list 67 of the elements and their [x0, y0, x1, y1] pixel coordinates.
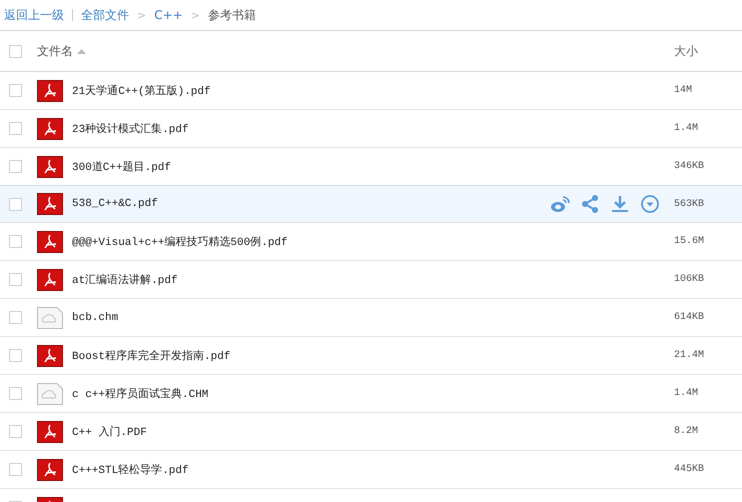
more-dropdown-icon[interactable] [640, 194, 660, 214]
highlighted-row[interactable]: 538_C++&C.pdf 563KB [0, 185, 742, 223]
file-name[interactable]: 21天学通C++(第五版).pdf [72, 86, 211, 98]
pdf-file-icon [37, 420, 63, 442]
file-name[interactable]: at汇编语法讲解.pdf [72, 275, 178, 287]
file-name[interactable]: @@@+Visual+c++编程技巧精选500例.pdf [72, 237, 288, 249]
column-header[interactable]: 文件名 [37, 42, 73, 60]
row-checkbox[interactable] [9, 160, 22, 173]
file-row[interactable]: at汇编语法讲解.pdf 106KB [0, 261, 742, 299]
file-size: 614KB [674, 312, 704, 323]
file-size: 21.4M [674, 350, 704, 361]
pdf-file-icon [37, 80, 63, 102]
column-header[interactable]: 大小 [674, 44, 698, 58]
file-size: 1.4M [674, 123, 698, 134]
file-name[interactable]: C+++STL轻松导学.pdf [72, 465, 189, 477]
row-checkbox[interactable] [9, 235, 22, 248]
file-size: 8.2M [674, 426, 698, 437]
file-name[interactable]: bcb.chm [72, 312, 118, 324]
select-all-checkbox[interactable] [9, 44, 22, 58]
pdf-file-icon [37, 156, 63, 178]
row-checkbox[interactable] [9, 273, 22, 286]
row-checkbox[interactable] [9, 198, 22, 210]
file-row[interactable]: bcb.chm 614KB [0, 299, 742, 337]
file-row[interactable]: 23种设计模式汇集.pdf 1.4M [0, 110, 742, 148]
row-checkbox[interactable] [9, 122, 22, 135]
pdf-file-icon [37, 268, 63, 290]
file-name[interactable]: 23种设计模式汇集.pdf [72, 124, 189, 136]
file-name[interactable]: 538_C++&C.pdf [72, 198, 158, 210]
file-row[interactable]: C+++STL轻松导学.pdf 445KB [0, 451, 742, 489]
file-size: 106KB [674, 274, 704, 285]
weibo-icon[interactable] [550, 194, 570, 214]
share-icon[interactable] [580, 194, 600, 214]
file-size: 1.4M [674, 388, 698, 399]
pdf-file-icon [37, 344, 63, 366]
file-name[interactable]: 300道C++题目.pdf [72, 162, 172, 174]
download-icon[interactable] [610, 194, 630, 214]
file-row[interactable]: @@@+Visual+c++编程技巧精选500例.pdf 15.6M [0, 223, 742, 261]
row-checkbox[interactable] [9, 463, 22, 476]
breadcrumb-item[interactable]: 全部文件 [81, 6, 129, 24]
file-row[interactable]: C++ 入门.PDF 8.2M [0, 413, 742, 451]
cloud-file-icon [37, 382, 63, 404]
file-row[interactable]: 21天学通C++(第五版).pdf 14M [0, 72, 742, 110]
file-size: 445KB [674, 464, 704, 475]
file-size: 563KB [674, 198, 704, 210]
file-size: 15.6M [674, 236, 704, 247]
row-checkbox[interactable] [9, 425, 22, 438]
file-row[interactable]: Boost程序库完全开发指南.pdf 21.4M [0, 337, 742, 375]
pdf-file-icon [37, 118, 63, 140]
breadcrumb-item[interactable]: C++ [154, 8, 183, 22]
file-name[interactable]: Boost程序库完全开发指南.pdf [72, 351, 230, 363]
back-link[interactable]: 返回上一级 [4, 6, 64, 24]
cloud-file-icon [37, 306, 63, 328]
breadcrumb-separator: > [190, 8, 200, 22]
row-checkbox[interactable] [9, 387, 22, 400]
row-checkbox[interactable] [9, 349, 22, 362]
row-checkbox[interactable] [9, 311, 22, 324]
breadcrumb-item: 参考书籍 [208, 6, 256, 24]
pdf-file-icon [37, 458, 63, 480]
file-row[interactable]: c c++程序员面试宝典.CHM 1.4M [0, 375, 742, 413]
breadcrumb-separator: > [137, 8, 146, 22]
file-name[interactable]: C++ 入门.PDF [72, 427, 147, 439]
row-checkbox[interactable] [9, 84, 22, 97]
pdf-file-icon [37, 230, 63, 252]
file-name[interactable]: c c++程序员面试宝典.CHM [72, 389, 208, 401]
file-size: 346KB [674, 161, 704, 172]
file-size: 14M [674, 85, 692, 96]
pdf-file-icon [37, 193, 63, 215]
